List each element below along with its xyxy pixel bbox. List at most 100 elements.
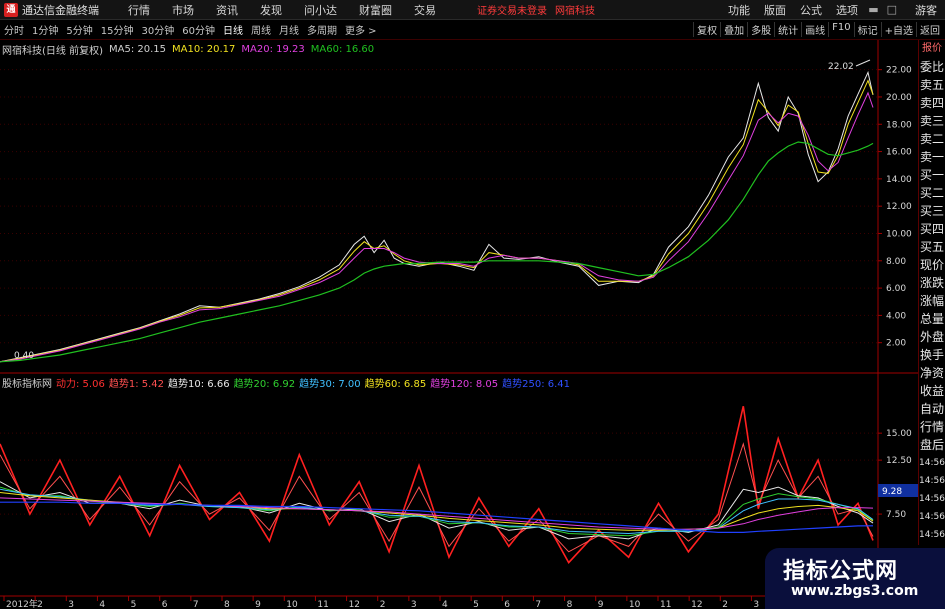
sidebar-item[interactable]: 卖四 <box>919 94 945 112</box>
series-line-MA5 <box>0 70 874 363</box>
tool-diejia[interactable]: 叠加 <box>720 22 747 37</box>
legend-ma20: MA20: 19.23 <box>241 43 305 55</box>
x-tick-label: 6 <box>504 600 510 609</box>
main-title: 网宿科技(日线 前复权) <box>2 45 103 57</box>
period-60min[interactable]: 60分钟 <box>178 22 219 37</box>
sidebar-item[interactable]: 买五 <box>919 238 945 256</box>
period-fenshi[interactable]: 分时 <box>0 22 28 37</box>
sidebar-item[interactable]: 买四 <box>919 220 945 238</box>
x-tick-label: 10 <box>286 600 298 609</box>
tool-huaxian[interactable]: 画线 <box>801 22 828 37</box>
menu-item-gongneng[interactable]: 功能 <box>721 2 757 18</box>
guest-label[interactable]: 游客 <box>915 2 937 18</box>
x-tick-label: 5 <box>473 600 479 609</box>
menu-item-gongshi[interactable]: 公式 <box>793 2 829 18</box>
period-monthly[interactable]: 月线 <box>275 22 303 37</box>
watermark-url: www.zbgs3.com <box>791 583 919 599</box>
sidebar-item[interactable]: 14:56 <box>919 490 945 508</box>
sidebar-item[interactable]: 卖五 <box>919 76 945 94</box>
tool-zixuan[interactable]: +自选 <box>880 22 916 37</box>
sidebar-item[interactable]: 净资 <box>919 364 945 382</box>
sidebar-top-label[interactable]: 报价 <box>919 40 945 58</box>
sidebar-item[interactable]: 14:56 <box>919 472 945 490</box>
period-1min[interactable]: 1分钟 <box>28 22 62 37</box>
menu-item-zixun[interactable]: 资讯 <box>205 2 249 18</box>
tool-biaoji[interactable]: 标记 <box>853 22 881 37</box>
menu-item-jiaoyi[interactable]: 交易 <box>403 2 447 18</box>
period-multi[interactable]: 多周期 <box>303 22 341 37</box>
legend-ma10: MA10: 20.17 <box>172 43 236 55</box>
app-title: 通达信金融终端 <box>22 3 99 17</box>
watermark: 指标公式网 www.zbgs3.com <box>765 548 945 609</box>
legend-qushi60: 趋势60: 6.85 <box>364 378 427 390</box>
sidebar-item[interactable]: 卖一 <box>919 148 945 166</box>
x-tick-label: 9 <box>255 600 261 609</box>
x-tick-label: 2 <box>380 600 386 609</box>
legend-qushi1: 趋势1: 5.42 <box>108 378 165 390</box>
sidebar-item[interactable]: 收益 <box>919 382 945 400</box>
series-line-MA20 <box>0 91 874 363</box>
low-price-label: 0.40 <box>14 351 34 361</box>
sidebar-item[interactable]: 现价 <box>919 256 945 274</box>
x-tick-label: 3 <box>411 600 417 609</box>
sidebar-item[interactable]: 14:56 <box>919 526 945 544</box>
legend-dongli: 动力: 5.06 <box>56 378 105 390</box>
sidebar-item[interactable]: 盘后 <box>919 436 945 454</box>
x-tick-label: 2 <box>37 600 43 609</box>
legend-ma5: MA5: 20.15 <box>108 43 166 55</box>
series-line-趋势10 <box>0 481 874 540</box>
menu-item-faxian[interactable]: 发现 <box>249 2 293 18</box>
sidebar-item[interactable]: 外盘 <box>919 328 945 346</box>
sidebar-item[interactable]: 总量 <box>919 310 945 328</box>
y-tick-label: 16.00 <box>886 148 912 158</box>
window-controls-icon[interactable]: ▬□ <box>868 3 905 16</box>
tool-f10[interactable]: F10 <box>828 22 853 37</box>
x-tick-label: 8 <box>567 600 573 609</box>
y-tick-label: 20.00 <box>886 93 912 103</box>
sidebar-item[interactable]: 卖二 <box>919 130 945 148</box>
menu-item-wenxiaoda[interactable]: 问小达 <box>293 2 348 18</box>
x-tick-label: 7 <box>535 600 541 609</box>
x-tick-label: 6 <box>162 600 168 609</box>
period-weekly[interactable]: 周线 <box>247 22 275 37</box>
period-more[interactable]: 更多 > <box>341 22 381 37</box>
x-tick-label: 8 <box>224 600 230 609</box>
menu-item-caifuquan[interactable]: 财富圈 <box>348 2 403 18</box>
series-line-MA60 <box>0 141 874 363</box>
menu-item-banmian[interactable]: 版面 <box>757 2 793 18</box>
y-tick-label: 6.00 <box>886 284 906 294</box>
x-tick-label: 9 <box>598 600 604 609</box>
tool-fanhui[interactable]: 返回 <box>916 22 943 37</box>
sidebar-item[interactable]: 涨幅 <box>919 292 945 310</box>
sidebar-item[interactable]: 卖三 <box>919 112 945 130</box>
sidebar-item[interactable]: 换手 <box>919 346 945 364</box>
sidebar-item[interactable]: 行情 <box>919 418 945 436</box>
sidebar-item[interactable]: 买二 <box>919 184 945 202</box>
sidebar-item[interactable]: 14:56 <box>919 508 945 526</box>
period-5min[interactable]: 5分钟 <box>62 22 96 37</box>
x-tick-label: 7 <box>193 600 199 609</box>
sidebar-item[interactable]: 买一 <box>919 166 945 184</box>
watermark-title: 指标公式网 <box>783 559 899 584</box>
chart-area[interactable]: 2.00 4.00 6.00 8.00 10.00 12.00 14.00 16.00 18.0… <box>0 40 918 609</box>
sidebar-item[interactable]: 涨跌 <box>919 274 945 292</box>
menu-item-xuanxiang[interactable]: 选项 <box>829 2 865 18</box>
x-tick-label: 11 <box>317 600 328 609</box>
x-tick-label: 4 <box>442 600 448 609</box>
period-30min[interactable]: 30分钟 <box>137 22 178 37</box>
sidebar-item[interactable]: 买三 <box>919 202 945 220</box>
trade-login-alert[interactable]: 证券交易未登录 <box>477 2 547 17</box>
high-price-label: 22.02 <box>828 62 854 72</box>
sidebar-item[interactable]: 委比 <box>919 58 945 76</box>
sidebar-item[interactable]: 自动 <box>919 400 945 418</box>
tool-fuquan[interactable]: 复权 <box>693 22 720 37</box>
sidebar-item[interactable]: 14:56 <box>919 454 945 472</box>
period-15min[interactable]: 15分钟 <box>97 22 138 37</box>
menu-item-hangqing[interactable]: 行情 <box>117 2 161 18</box>
menu-item-shichang[interactable]: 市场 <box>161 2 205 18</box>
tool-duogu[interactable]: 多股 <box>747 22 774 37</box>
series-line-MA10 <box>0 79 874 363</box>
period-daily[interactable]: 日线 <box>219 22 247 37</box>
tool-tongji[interactable]: 统计 <box>774 22 801 37</box>
y-tick-label: 7.50 <box>886 510 906 520</box>
